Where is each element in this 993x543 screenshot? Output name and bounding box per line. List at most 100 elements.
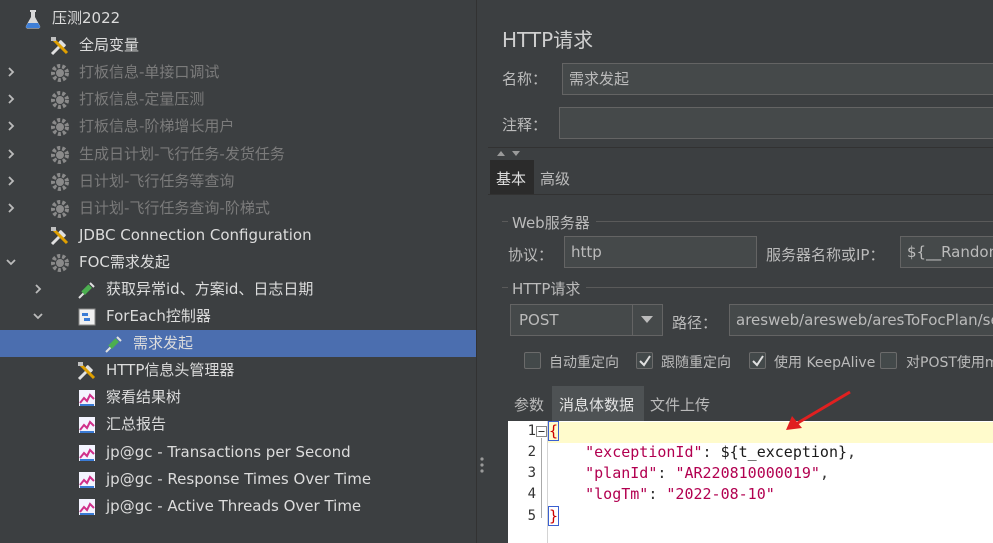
group-line bbox=[596, 221, 993, 222]
auto-redirect-label: 自动重定向 bbox=[549, 355, 619, 371]
tree-item[interactable]: ForEach控制器 bbox=[0, 303, 476, 330]
code-brace: { bbox=[547, 421, 560, 441]
keepalive-checkbox[interactable] bbox=[749, 352, 766, 369]
tab-body-data[interactable]: 消息体数据 bbox=[559, 394, 634, 415]
multipart-label: 对POST使用m bbox=[906, 355, 993, 371]
splitter-grip-icon[interactable] bbox=[480, 455, 484, 475]
line-number: 5 bbox=[527, 508, 536, 524]
protocol-field[interactable]: http bbox=[564, 236, 757, 268]
listener-icon bbox=[79, 472, 95, 488]
path-field[interactable]: aresweb/aresweb/aresToFocPlan/sen bbox=[729, 304, 993, 336]
web-server-section: Web服务器 bbox=[512, 214, 590, 232]
chevron-right-icon[interactable] bbox=[5, 66, 17, 78]
chevron-right-icon[interactable] bbox=[5, 148, 17, 160]
body-data-editor[interactable]: 1 2 3 4 5 { "exceptionId": ${t_exception… bbox=[508, 421, 993, 543]
tree-item-label: jp@gc - Transactions per Second bbox=[106, 443, 351, 461]
tree-item[interactable]: jp@gc - Transactions per Second bbox=[0, 439, 476, 466]
group-line bbox=[586, 287, 993, 288]
json-value: "2022-08-10" bbox=[666, 485, 775, 503]
sampler-icon bbox=[78, 282, 95, 299]
tree-item-label: HTTP信息头管理器 bbox=[106, 361, 235, 379]
name-field[interactable]: 需求发起 bbox=[562, 63, 993, 95]
line-number: 4 bbox=[527, 486, 536, 502]
tree-item[interactable]: 全局变量 bbox=[0, 32, 476, 59]
tree-item-label: 日计划-飞行任务等查询 bbox=[79, 172, 235, 190]
tree-item[interactable]: 日计划-飞行任务查询-阶梯式 bbox=[0, 195, 476, 222]
protocol-label: 协议： bbox=[508, 246, 554, 264]
tree-item-label: 察看结果树 bbox=[106, 388, 182, 406]
tree-item[interactable]: 生成日计划-飞行任务-发货任务 bbox=[0, 141, 476, 168]
tab-advanced[interactable]: 高级 bbox=[540, 168, 570, 189]
collapse-arrows-icon[interactable] bbox=[496, 148, 522, 158]
tree-item[interactable]: FOC需求发起 bbox=[0, 249, 476, 276]
tree-item[interactable]: jp@gc - Response Times Over Time bbox=[0, 466, 476, 493]
tree-item-label: 生成日计划-飞行任务-发货任务 bbox=[79, 145, 285, 163]
tree-item[interactable]: 汇总报告 bbox=[0, 411, 476, 438]
tree-item[interactable]: 日计划-飞行任务等查询 bbox=[0, 168, 476, 195]
tree-item[interactable]: 需求发起 bbox=[0, 330, 476, 357]
chevron-right-icon[interactable] bbox=[5, 93, 17, 105]
chevron-right-icon[interactable] bbox=[5, 202, 17, 214]
test-plan-tree: 压测2022 全局变量打板信息-单接口调试打板信息-定量压测打板信息-阶梯增长用户… bbox=[0, 0, 476, 543]
tree-item[interactable]: JDBC Connection Configuration bbox=[0, 222, 476, 249]
config-element-icon bbox=[50, 227, 69, 246]
json-variable: ${t_exception} bbox=[720, 443, 848, 461]
tree-item-label: 获取异常id、方案id、日志日期 bbox=[106, 280, 314, 298]
chevron-right-icon[interactable] bbox=[32, 283, 44, 295]
group-line bbox=[502, 287, 508, 288]
tree-item-label: 全局变量 bbox=[79, 36, 140, 54]
divider bbox=[488, 194, 993, 195]
thread-group-icon bbox=[51, 200, 69, 218]
path-label: 路径： bbox=[672, 314, 718, 332]
name-label: 名称： bbox=[502, 70, 548, 88]
tab-parameters[interactable]: 参数 bbox=[514, 394, 544, 415]
tree-item[interactable]: HTTP信息头管理器 bbox=[0, 357, 476, 384]
checkmark-icon bbox=[639, 355, 651, 367]
listener-icon bbox=[79, 417, 95, 433]
json-separator: : bbox=[657, 464, 676, 482]
multipart-checkbox[interactable] bbox=[880, 352, 897, 369]
tree-item[interactable]: jp@gc - Active Threads Over Time bbox=[0, 493, 476, 520]
server-label: 服务器名称或IP： bbox=[766, 246, 885, 264]
thread-group-icon bbox=[51, 146, 69, 164]
tree-item-label: 需求发起 bbox=[133, 334, 194, 352]
chevron-down-icon[interactable] bbox=[5, 256, 17, 268]
tree-item-label: 打板信息-定量压测 bbox=[79, 90, 205, 108]
select-divider bbox=[632, 305, 633, 335]
tree-item[interactable]: 压测2022 bbox=[0, 5, 476, 32]
tree-item[interactable]: 打板信息-阶梯增长用户 bbox=[0, 113, 476, 140]
follow-redirect-checkbox[interactable] bbox=[636, 352, 653, 369]
comment-field[interactable] bbox=[559, 107, 993, 139]
tree-item[interactable]: 打板信息-定量压测 bbox=[0, 86, 476, 113]
thread-group-icon bbox=[51, 173, 69, 191]
thread-group-icon bbox=[51, 91, 69, 109]
code-brace: } bbox=[547, 506, 560, 526]
annotation-arrow-icon bbox=[786, 390, 851, 430]
chevron-down-icon[interactable] bbox=[32, 310, 44, 322]
thread-group-icon bbox=[51, 64, 69, 82]
listener-icon bbox=[79, 445, 95, 461]
json-comma: , bbox=[847, 443, 857, 461]
tree-item[interactable]: 打板信息-单接口调试 bbox=[0, 59, 476, 86]
line-number: 2 bbox=[527, 444, 536, 460]
auto-redirect-checkbox[interactable] bbox=[524, 352, 541, 369]
group-line bbox=[502, 221, 508, 222]
tab-file-upload[interactable]: 文件上传 bbox=[650, 394, 710, 415]
checkmark-icon bbox=[752, 355, 764, 367]
server-field[interactable]: ${__Random bbox=[900, 236, 993, 268]
chevron-down-icon[interactable] bbox=[641, 316, 653, 324]
tree-item[interactable]: 获取异常id、方案id、日志日期 bbox=[0, 276, 476, 303]
fold-toggle-icon[interactable] bbox=[536, 426, 547, 437]
line-number: 1 bbox=[527, 423, 536, 439]
json-separator: : bbox=[702, 443, 721, 461]
listener-icon bbox=[79, 499, 95, 515]
chevron-right-icon[interactable] bbox=[5, 120, 17, 132]
controller-icon bbox=[78, 308, 96, 326]
json-key: "logTm" bbox=[585, 485, 649, 503]
tree-item-label: jp@gc - Response Times Over Time bbox=[106, 470, 372, 488]
fold-line bbox=[541, 438, 542, 518]
current-line-highlight bbox=[548, 422, 993, 443]
chevron-right-icon[interactable] bbox=[5, 175, 17, 187]
tree-item[interactable]: 察看结果树 bbox=[0, 384, 476, 411]
tab-basic[interactable]: 基本 bbox=[496, 168, 526, 189]
